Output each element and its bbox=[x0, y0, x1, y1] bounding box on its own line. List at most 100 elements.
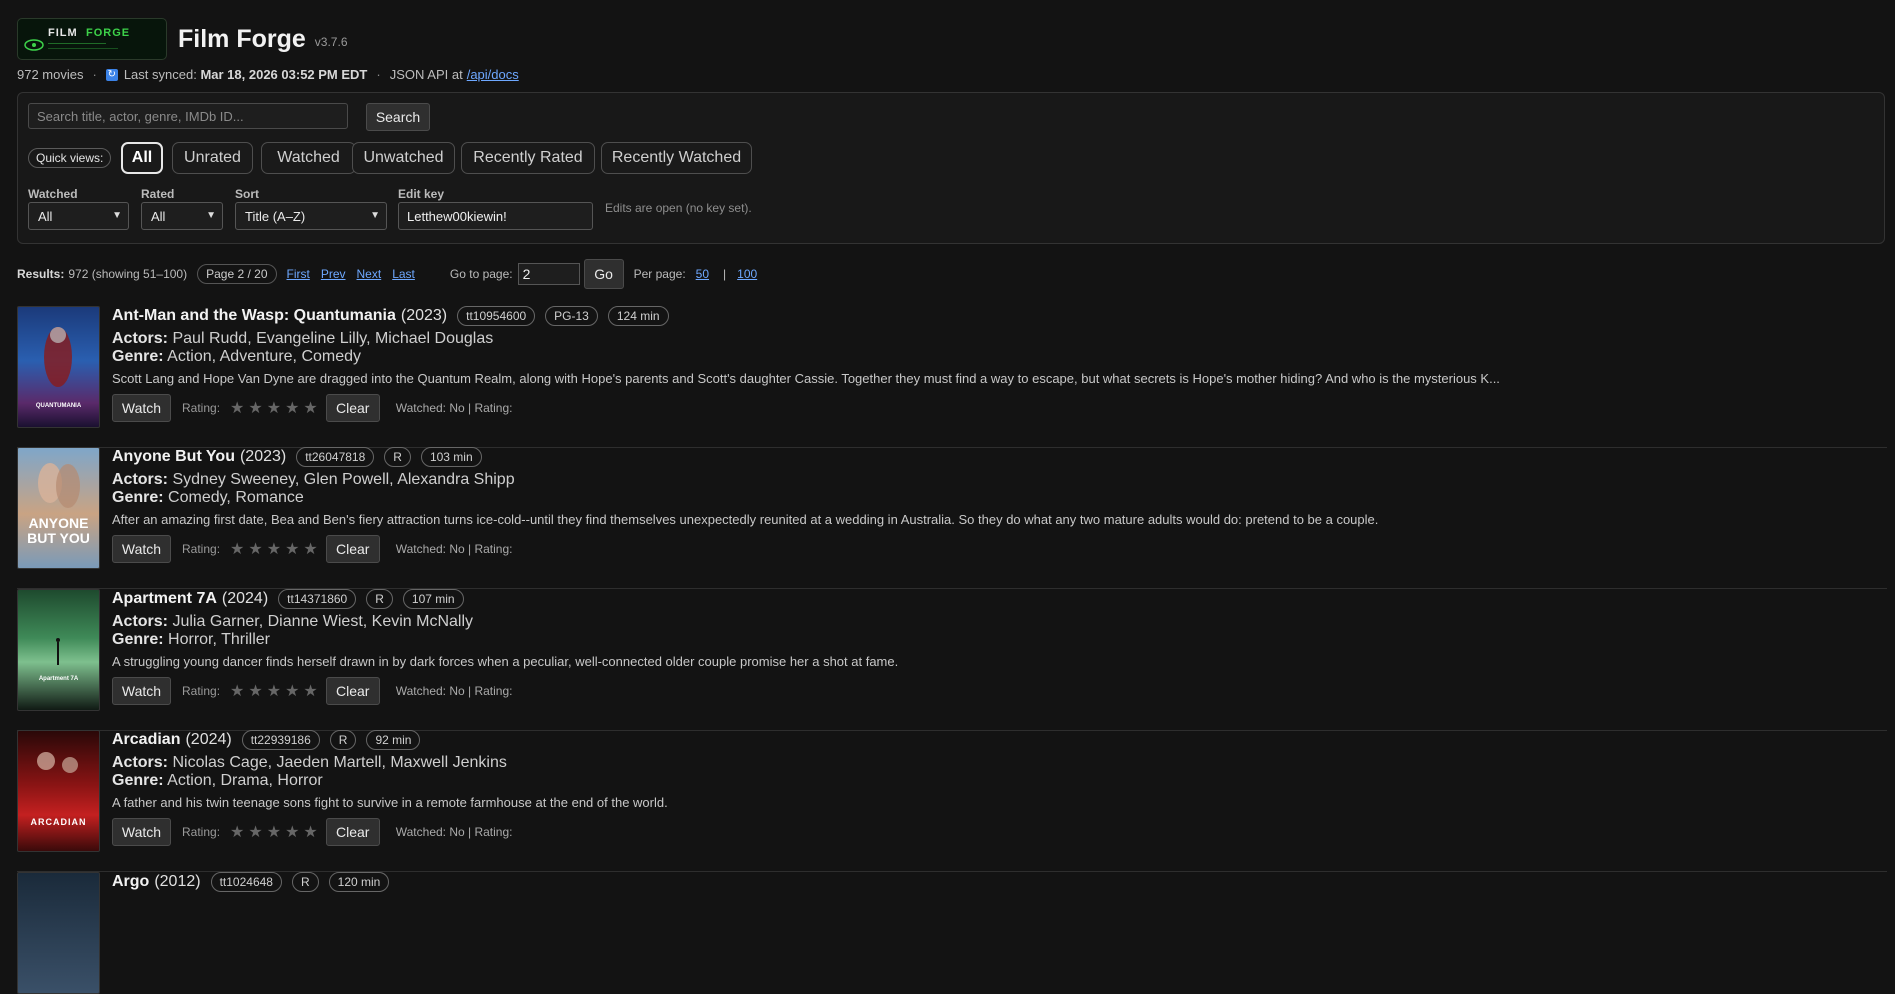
movie-row: ANYONE BUT YOU Anyone But You (2023) tt2… bbox=[17, 447, 1887, 589]
results-label: Results: bbox=[17, 267, 65, 281]
sync-icon: ↻ bbox=[105, 68, 118, 81]
movie-poster[interactable]: ANYONE BUT YOU bbox=[17, 447, 100, 569]
edit-key-input[interactable]: Letthew00kiewin! bbox=[398, 202, 593, 230]
star-rating-input[interactable]: ★★★★★ bbox=[230, 681, 322, 701]
rating-label: Rating: bbox=[182, 825, 221, 839]
per-page-50-link[interactable]: 50 bbox=[696, 267, 709, 281]
genre-label: Genre: bbox=[112, 631, 164, 648]
goto-page-input[interactable] bbox=[517, 263, 580, 285]
film-reel-icon bbox=[24, 39, 44, 51]
movie-row: QUANTUMANIA Ant-Man and the Wasp: Quantu… bbox=[17, 306, 1887, 448]
actors-value: Julia Garner, Dianne Wiest, Kevin McNall… bbox=[172, 613, 474, 630]
poster-art bbox=[56, 638, 60, 665]
star-rating-input[interactable]: ★★★★★ bbox=[230, 822, 322, 842]
runtime-badge: 120 min bbox=[328, 872, 390, 892]
quick-view-recently-rated[interactable]: Recently Rated bbox=[461, 142, 595, 174]
quick-view-recently-watched[interactable]: Recently Watched bbox=[601, 142, 752, 174]
watch-button[interactable]: Watch bbox=[112, 535, 171, 563]
movie-poster[interactable]: ARCADIAN bbox=[17, 730, 100, 852]
separator-dot: · bbox=[376, 67, 381, 82]
separator-dot: · bbox=[92, 67, 97, 82]
quick-view-unrated[interactable]: Unrated bbox=[172, 142, 253, 174]
movie-title-row: Arcadian (2024) tt22939186 R 92 min bbox=[112, 730, 421, 750]
star-rating-input[interactable]: ★★★★★ bbox=[230, 398, 322, 418]
mpaa-rating-badge: R bbox=[366, 589, 393, 609]
genre-value: Action, Drama, Horror bbox=[167, 772, 323, 789]
movie-actions: Watch Rating: ★★★★★ Clear Watched: No | … bbox=[112, 394, 512, 422]
sync-time: Mar 18, 2026 03:52 PM EDT bbox=[200, 67, 368, 82]
watch-button[interactable]: Watch bbox=[112, 818, 171, 846]
genre-label: Genre: bbox=[112, 772, 164, 789]
movie-year: (2023) bbox=[400, 307, 448, 324]
logo-line bbox=[48, 48, 118, 49]
rating-label: Rating: bbox=[182, 542, 221, 556]
edit-key-label: Edit key bbox=[398, 187, 445, 201]
genre-value: Comedy, Romance bbox=[168, 489, 304, 506]
movie-poster[interactable]: QUANTUMANIA bbox=[17, 306, 100, 428]
sync-label: Last synced: bbox=[123, 67, 197, 82]
clear-rating-button[interactable]: Clear bbox=[325, 535, 380, 563]
clear-rating-button[interactable]: Clear bbox=[325, 677, 380, 705]
movie-title[interactable]: Arcadian bbox=[112, 731, 180, 749]
watch-button[interactable]: Watch bbox=[112, 394, 171, 422]
api-docs-link[interactable]: /api/docs bbox=[467, 67, 519, 82]
runtime-badge: 103 min bbox=[420, 447, 482, 467]
rated-filter-select[interactable]: All ▼ bbox=[141, 202, 223, 230]
go-button[interactable]: Go bbox=[583, 259, 624, 289]
genre-label: Genre: bbox=[112, 348, 164, 365]
app-version: v3.7.6 bbox=[314, 35, 348, 49]
next-page-link[interactable]: Next bbox=[357, 267, 382, 281]
poster-art bbox=[37, 752, 78, 773]
movie-title-row: Anyone But You (2023) tt26047818 R 103 m… bbox=[112, 447, 482, 467]
movie-plot: After an amazing first date, Bea and Ben… bbox=[112, 512, 1379, 527]
poster-title-text: ARCADIAN bbox=[30, 817, 87, 827]
actors-value: Sydney Sweeney, Glen Powell, Alexandra S… bbox=[172, 471, 515, 488]
movie-year: (2012) bbox=[154, 873, 201, 890]
runtime-badge: 92 min bbox=[366, 730, 421, 750]
watch-button[interactable]: Watch bbox=[112, 677, 171, 705]
movie-actions: Watch Rating: ★★★★★ Clear Watched: No | … bbox=[112, 535, 512, 563]
clear-rating-button[interactable]: Clear bbox=[325, 818, 380, 846]
movie-title[interactable]: Argo bbox=[112, 873, 149, 891]
search-button[interactable]: Search bbox=[366, 103, 430, 131]
mpaa-rating-badge: PG-13 bbox=[545, 306, 598, 326]
imdb-id-badge: tt14371860 bbox=[278, 589, 357, 609]
pagination-bar: Results: 972 (showing 51–100) Page 2 / 2… bbox=[17, 259, 768, 289]
per-page-label: Per page: bbox=[633, 267, 686, 281]
sort-select[interactable]: Title (A–Z) ▼ bbox=[235, 202, 387, 230]
clear-rating-button[interactable]: Clear bbox=[325, 394, 380, 422]
last-page-link[interactable]: Last bbox=[392, 267, 415, 281]
star-rating-input[interactable]: ★★★★★ bbox=[230, 539, 322, 559]
watch-status: Watched: No | Rating: bbox=[395, 825, 513, 839]
mpaa-rating-badge: R bbox=[291, 872, 319, 892]
chevron-down-icon: ▼ bbox=[112, 210, 122, 221]
movie-title[interactable]: Ant-Man and the Wasp: Quantumania bbox=[112, 307, 396, 325]
chevron-down-icon: ▼ bbox=[206, 210, 216, 221]
movie-year: (2023) bbox=[239, 448, 287, 465]
movie-genre: Genre: Action, Adventure, Comedy bbox=[112, 348, 361, 366]
quick-view-watched[interactable]: Watched bbox=[261, 142, 356, 174]
movie-title[interactable]: Apartment 7A bbox=[112, 590, 217, 608]
api-label: JSON API at bbox=[389, 67, 463, 82]
first-page-link[interactable]: First bbox=[287, 267, 310, 281]
movie-title[interactable]: Anyone But You bbox=[112, 448, 235, 466]
prev-page-link[interactable]: Prev bbox=[321, 267, 346, 281]
quick-view-unwatched[interactable]: Unwatched bbox=[352, 142, 455, 174]
movie-genre: Genre: Horror, Thriller bbox=[112, 631, 270, 649]
movie-plot: A struggling young dancer finds herself … bbox=[112, 654, 899, 669]
watched-filter-select[interactable]: All ▼ bbox=[28, 202, 129, 230]
imdb-id-badge: tt26047818 bbox=[296, 447, 375, 467]
watched-filter-label: Watched bbox=[28, 187, 78, 201]
movie-poster[interactable] bbox=[17, 872, 100, 994]
quick-view-all[interactable]: All bbox=[121, 142, 163, 174]
genre-value: Action, Adventure, Comedy bbox=[167, 348, 362, 365]
movie-actors: Actors: Nicolas Cage, Jaeden Martell, Ma… bbox=[112, 754, 507, 772]
rating-label: Rating: bbox=[182, 684, 221, 698]
per-page-100-link[interactable]: 100 bbox=[737, 267, 757, 281]
search-input[interactable] bbox=[28, 103, 348, 129]
movie-poster[interactable]: Apartment 7A bbox=[17, 589, 100, 711]
movie-row: Argo (2012) tt1024648 R 120 min bbox=[17, 872, 1887, 994]
movie-count: 972 movies bbox=[17, 67, 84, 82]
watched-filter-value: All bbox=[38, 208, 53, 224]
movie-actions: Watch Rating: ★★★★★ Clear Watched: No | … bbox=[112, 818, 512, 846]
